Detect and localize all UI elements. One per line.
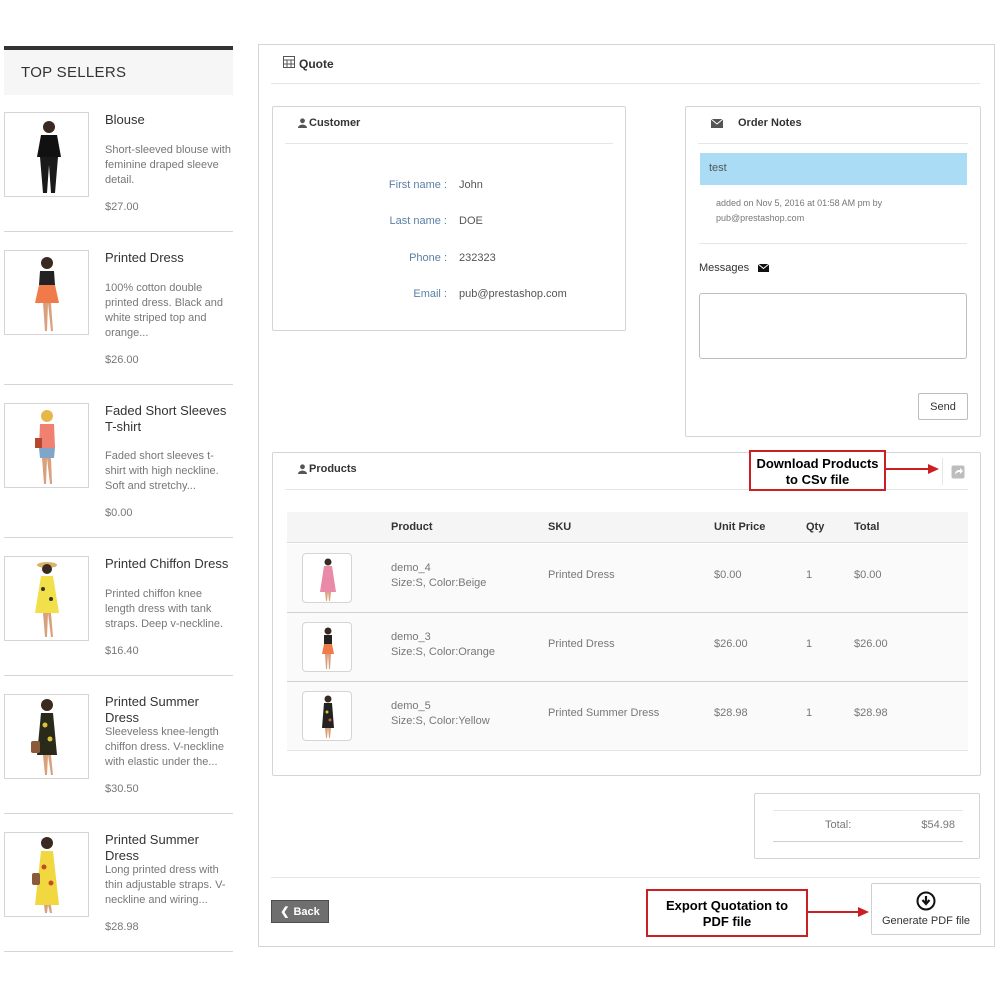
product-total: $0.00: [854, 569, 882, 581]
share-icon: [951, 465, 965, 479]
product-description: Printed chiffon knee length dress with t…: [105, 588, 223, 630]
product-thumbnail[interactable]: [4, 250, 89, 335]
product-sku: Printed Dress: [548, 638, 615, 650]
col-total: Total: [854, 521, 880, 533]
arrow-right-icon: [886, 464, 939, 474]
order-notes-title: Order Notes: [738, 117, 802, 129]
divider: [4, 231, 233, 232]
product-price: $16.40: [105, 645, 139, 657]
order-notes-header: Order Notes: [698, 107, 968, 144]
product-ref: demo_4 Size:S, Color:Beige: [391, 562, 487, 589]
sidebar-title: TOP SELLERS: [4, 46, 233, 95]
user-icon: [298, 464, 307, 474]
quote-header: Quote: [271, 45, 980, 84]
csv-callout: Download Products to CSv file: [749, 450, 886, 491]
products-title: Products: [309, 463, 357, 475]
pdf-callout: Export Quotation to PDF file: [646, 889, 808, 937]
col-sku: SKU: [548, 521, 572, 533]
product-description: Long printed dress with thin adjustable …: [105, 864, 226, 906]
divider: [4, 537, 233, 538]
product-total: $26.00: [854, 638, 888, 650]
col-unit-price: Unit Price: [714, 521, 766, 533]
products-panel: Products Product SKU Unit Price Qty Tota…: [272, 452, 981, 776]
product-price: $28.98: [105, 921, 139, 933]
footer-divider: [271, 877, 980, 878]
order-note: test: [700, 153, 967, 185]
product-thumbnail[interactable]: [302, 622, 352, 672]
product-sku: Printed Dress: [548, 569, 615, 581]
page-title: Quote: [299, 57, 334, 71]
message-textarea[interactable]: [699, 293, 967, 359]
product-unit-price: $26.00: [714, 638, 748, 650]
totals-panel: Total: $54.98: [754, 793, 980, 859]
product-name-link[interactable]: Printed Chiffon Dress: [105, 556, 233, 572]
product-thumbnail[interactable]: [302, 553, 352, 603]
customer-header: Customer: [285, 107, 613, 144]
product-name-link[interactable]: Printed Dress: [105, 250, 233, 266]
product-thumbnail[interactable]: [4, 694, 89, 779]
col-product: Product: [391, 521, 433, 533]
product-description: Short-sleeved blouse with feminine drape…: [105, 144, 231, 186]
customer-title: Customer: [309, 117, 361, 129]
product-unit-price: $0.00: [714, 569, 742, 581]
divider: [699, 243, 967, 244]
product-name-link[interactable]: Printed Summer Dress: [105, 832, 233, 864]
product-description: 100% cotton double printed dress. Black …: [105, 282, 224, 339]
note-meta: added on Nov 5, 2016 at 01:58 AM pm by p…: [716, 198, 883, 223]
send-button[interactable]: Send: [918, 393, 968, 420]
product-description: Sleeveless knee-length chiffon dress. V-…: [105, 726, 225, 768]
customer-panel: Customer First name : John Last name : D…: [272, 106, 626, 331]
product-qty: 1: [806, 638, 813, 650]
divider: [4, 675, 233, 676]
export-csv-button[interactable]: [942, 458, 969, 485]
product-name-link[interactable]: Blouse: [105, 112, 233, 128]
user-icon: [298, 118, 307, 128]
product-thumbnail[interactable]: [4, 403, 89, 488]
product-thumbnail[interactable]: [4, 556, 89, 641]
divider: [4, 951, 233, 952]
product-name-link[interactable]: Faded Short Sleeves T-shirt: [105, 403, 233, 435]
envelope-icon: [757, 263, 770, 272]
total-value: $54.98: [921, 819, 955, 831]
products-table-header: Product SKU Unit Price Qty Total: [287, 512, 968, 543]
product-price: $0.00: [105, 507, 133, 519]
product-name-link[interactable]: Printed Summer Dress: [105, 694, 233, 726]
product-qty: 1: [806, 569, 813, 581]
product-total: $28.98: [854, 707, 888, 719]
product-thumbnail[interactable]: [4, 112, 89, 197]
table-row: demo_4 Size:S, Color:Beige Printed Dress…: [287, 544, 968, 613]
top-sellers-sidebar: TOP SELLERS Blouse Short-sleeved blouse …: [4, 46, 233, 952]
product-unit-price: $28.98: [714, 707, 748, 719]
calculator-icon: [283, 56, 295, 68]
chevron-left-icon: ❮: [280, 906, 290, 918]
table-row: demo_5 Size:S, Color:Yellow Printed Summ…: [287, 682, 968, 751]
divider: [4, 384, 233, 385]
download-circle-icon: [916, 891, 936, 911]
table-row: demo_3 Size:S, Color:Orange Printed Dres…: [287, 613, 968, 682]
back-button[interactable]: ❮ Back: [271, 900, 329, 923]
generate-pdf-button[interactable]: Generate PDF file: [871, 883, 981, 935]
product-price: $26.00: [105, 354, 139, 366]
order-notes-panel: Order Notes test added on Nov 5, 2016 at…: [685, 106, 981, 437]
product-ref: demo_3 Size:S, Color:Orange: [391, 631, 495, 658]
divider: [4, 813, 233, 814]
product-thumbnail[interactable]: [302, 691, 352, 741]
col-qty: Qty: [806, 521, 825, 533]
product-description: Faded short sleeves t-shirt with high ne…: [105, 450, 219, 492]
arrow-right-icon: [808, 907, 869, 917]
total-label: Total:: [825, 819, 852, 831]
envelope-icon: [711, 119, 723, 128]
product-sku: Printed Summer Dress: [548, 707, 660, 719]
product-price: $30.50: [105, 783, 139, 795]
product-qty: 1: [806, 707, 813, 719]
product-thumbnail[interactable]: [4, 832, 89, 917]
total-row: Total: $54.98: [773, 810, 963, 842]
messages-label: Messages: [699, 262, 770, 274]
product-ref: demo_5 Size:S, Color:Yellow: [391, 700, 490, 727]
product-price: $27.00: [105, 201, 139, 213]
